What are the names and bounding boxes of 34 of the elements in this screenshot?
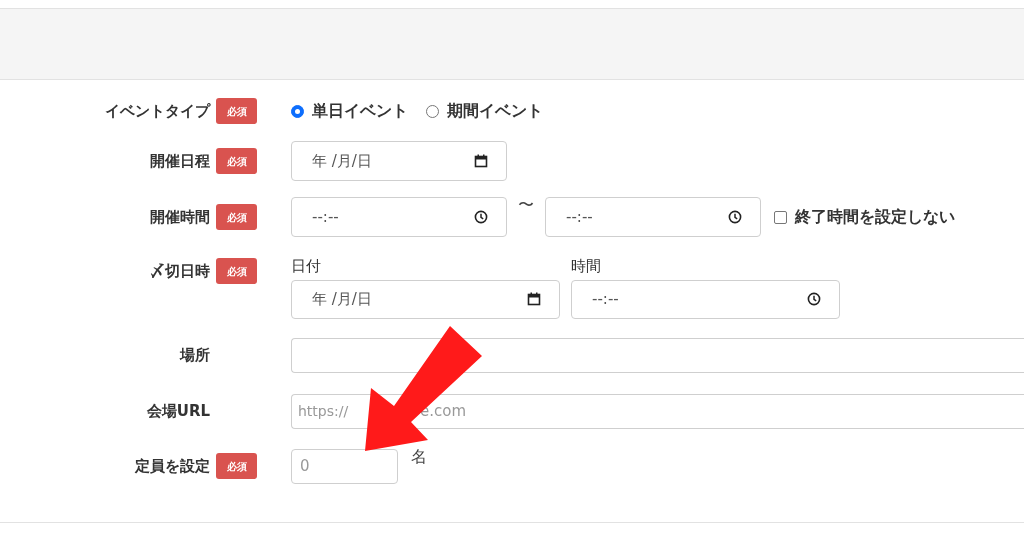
field-label: 開催日程 bbox=[150, 150, 210, 172]
unit-label: 名 bbox=[411, 445, 427, 468]
field-label: 開催時間 bbox=[150, 206, 210, 228]
time-field[interactable]: --:-- bbox=[571, 279, 840, 319]
radio-button[interactable] bbox=[426, 104, 439, 118]
range-separator: 〜 bbox=[518, 194, 534, 216]
required-badge: 必須 bbox=[216, 204, 257, 230]
clock-icon bbox=[474, 210, 488, 224]
field-label: イベントタイプ bbox=[105, 100, 210, 122]
required-badge: 必須 bbox=[216, 148, 257, 174]
clock-icon bbox=[728, 210, 742, 224]
clock-icon bbox=[807, 292, 821, 306]
radio-button[interactable] bbox=[291, 104, 304, 118]
date-field[interactable]: 年 /月/日 bbox=[291, 141, 507, 181]
time-field[interactable]: --:-- bbox=[545, 197, 761, 237]
field-label: 会場URL bbox=[146, 400, 210, 422]
text-field[interactable] bbox=[291, 337, 1024, 373]
required-badge: 必須 bbox=[216, 258, 257, 284]
field-label: 定員を設定 bbox=[135, 455, 210, 477]
checkbox[interactable] bbox=[774, 210, 787, 224]
required-badge: 必須 bbox=[216, 98, 257, 124]
calendar-icon bbox=[527, 292, 541, 306]
radio-label: 期間イベント bbox=[447, 100, 543, 122]
date-field[interactable]: 年 /月/日 bbox=[291, 279, 560, 319]
field-label: 場所 bbox=[180, 344, 210, 366]
calendar-icon bbox=[474, 154, 488, 168]
sub-label: 日付 bbox=[291, 256, 322, 277]
sub-label: 時間 bbox=[571, 256, 602, 277]
radio-label: 単日イベント bbox=[312, 100, 408, 122]
required-badge: 必須 bbox=[216, 453, 257, 479]
placeholder-text: https:// bbox=[298, 401, 350, 421]
field-label: 〆切日時 bbox=[150, 260, 210, 282]
time-field[interactable]: --:-- bbox=[291, 197, 507, 237]
checkbox-label: 終了時間を設定しない bbox=[795, 206, 955, 228]
